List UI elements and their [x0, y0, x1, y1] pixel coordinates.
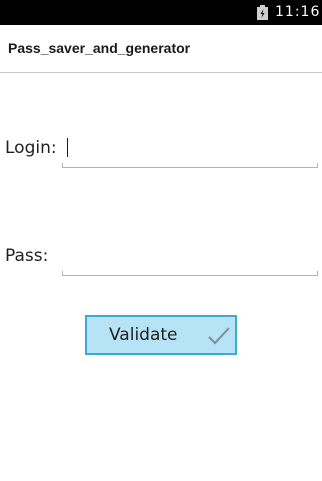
checkmark-icon	[208, 327, 230, 345]
login-field[interactable]	[62, 136, 318, 168]
pass-field[interactable]	[62, 244, 318, 276]
battery-icon	[257, 5, 268, 20]
action-bar: Pass_saver_and_generator	[0, 25, 322, 73]
status-time: 11:16	[275, 4, 321, 20]
pass-input[interactable]	[68, 244, 308, 274]
pass-label: Pass:	[5, 246, 49, 266]
validate-button-label: Validate	[109, 325, 178, 345]
validate-button[interactable]: Validate	[85, 315, 237, 355]
app-title: Pass_saver_and_generator	[8, 40, 191, 56]
login-input[interactable]	[68, 136, 308, 166]
login-label: Login:	[5, 138, 57, 158]
status-bar: 11:16	[0, 0, 322, 25]
text-cursor	[67, 138, 68, 157]
